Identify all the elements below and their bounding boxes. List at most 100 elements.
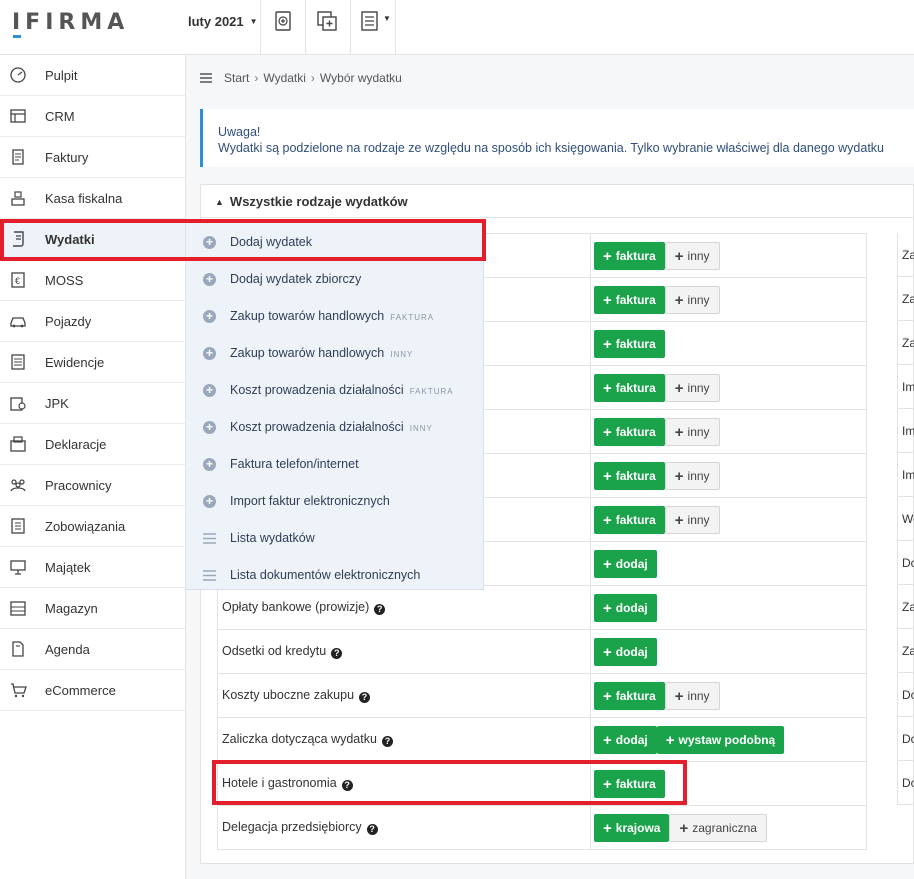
agenda-icon — [12, 641, 24, 657]
plus-icon: + — [603, 511, 612, 529]
sidebar-item-ewidencje[interactable]: Ewidencje — [0, 342, 185, 383]
dodaj-button[interactable]: + dodaj — [594, 550, 657, 578]
sidebar-item-zobowiązania[interactable]: Zobowiązania — [0, 506, 185, 547]
sidebar-item-label: eCommerce — [45, 682, 116, 698]
period-label: luty 2021 — [188, 14, 244, 29]
submenu-item[interactable]: + Faktura telefon/internet — [186, 444, 484, 481]
submenu-item-label: Koszt prowadzenia działalności — [230, 383, 404, 397]
truncated-cell: Za — [897, 233, 914, 277]
truncated-label: Do — [902, 556, 914, 570]
wystaw-podobną-button[interactable]: + wystaw podobną — [656, 726, 785, 754]
inny-button[interactable]: + inny — [664, 462, 720, 490]
submenu-item[interactable]: + Import faktur elektronicznych — [186, 481, 484, 518]
faktura-button[interactable]: + faktura — [594, 242, 665, 270]
inny-button[interactable]: + inny — [664, 418, 720, 446]
submenu-item-tag: INNY — [390, 350, 414, 359]
dodaj-button[interactable]: + dodaj — [594, 726, 657, 754]
sidebar-item-moss[interactable]: € MOSS — [0, 260, 185, 301]
faktura-button[interactable]: + faktura — [594, 770, 665, 798]
plus-icon: + — [603, 335, 612, 353]
row-actions-cell: + faktura — [591, 322, 867, 366]
faktura-button[interactable]: + faktura — [594, 462, 665, 490]
submenu-item[interactable]: Lista dokumentów elektronicznych — [186, 555, 484, 592]
submenu-item[interactable]: Lista wydatków — [186, 518, 484, 555]
crm-icon — [10, 109, 26, 123]
faktura-button[interactable]: + faktura — [594, 374, 665, 402]
divider — [260, 0, 261, 55]
sidebar-item-majątek[interactable]: Majątek — [0, 547, 185, 588]
submenu-item[interactable]: + Dodaj wydatek zbiorczy — [186, 259, 484, 296]
button-label: faktura — [615, 381, 656, 395]
faktura-button[interactable]: + faktura — [594, 286, 665, 314]
faktura-button[interactable]: + faktura — [594, 418, 665, 446]
plus-icon: + — [674, 467, 684, 485]
breadcrumb-item[interactable]: Start — [224, 71, 249, 85]
table-row: Koszty uboczne zakupu? + faktura + inny — [217, 674, 867, 718]
add-document-icon[interactable] — [272, 10, 294, 32]
inny-button[interactable]: + inny — [664, 286, 720, 314]
expense-type-name: Hotele i gastronomia? — [222, 776, 353, 791]
panel-header[interactable]: ▲ Wszystkie rodzaje wydatków — [201, 185, 913, 218]
truncated-label: Do — [902, 688, 914, 702]
sidebar-item-magazyn[interactable]: Magazyn — [0, 588, 185, 629]
truncated-label: Za — [902, 644, 914, 658]
truncated-label: Im — [902, 468, 914, 482]
submenu-item[interactable]: + Dodaj wydatek — [186, 222, 484, 259]
help-icon[interactable]: ? — [374, 604, 386, 615]
submenu-item-tag: INNY — [409, 424, 433, 433]
period-selector[interactable]: luty 2021 ▼ — [188, 14, 258, 29]
sidebar-item-pulpit[interactable]: Pulpit — [0, 55, 185, 96]
faktura-button[interactable]: + faktura — [594, 682, 665, 710]
help-icon[interactable]: ? — [331, 648, 343, 659]
dodaj-button[interactable]: + dodaj — [594, 594, 657, 622]
submenu-item[interactable]: + Koszt prowadzenia działalności FAKTURA — [186, 370, 484, 407]
inny-button[interactable]: + inny — [664, 242, 720, 270]
document-list-icon[interactable] — [359, 10, 381, 32]
plus-icon: + — [665, 731, 675, 749]
menu-icon[interactable] — [200, 73, 212, 83]
sidebar-item-pojazdy[interactable]: Pojazdy — [0, 301, 185, 342]
help-icon[interactable]: ? — [359, 692, 371, 703]
help-icon[interactable]: ? — [381, 736, 393, 747]
submenu-item[interactable]: + Zakup towarów handlowych INNY — [186, 333, 484, 370]
help-icon[interactable]: ? — [341, 780, 353, 791]
sidebar-item-ecommerce[interactable]: eCommerce — [0, 670, 185, 711]
dodaj-button[interactable]: + dodaj — [594, 638, 657, 666]
inny-button[interactable]: + inny — [664, 506, 720, 534]
add-copy-icon[interactable] — [316, 10, 338, 32]
plus-icon: + — [679, 819, 689, 837]
expense-type-name: Odsetki od kredytu? — [222, 644, 343, 659]
plus-icon: + — [603, 555, 612, 573]
sidebar-item-pracownicy[interactable]: Pracownicy — [0, 465, 185, 506]
inny-button[interactable]: + inny — [664, 682, 720, 710]
sidebar-item-label: Zobowiązania — [45, 518, 126, 534]
help-icon[interactable]: ? — [366, 824, 378, 835]
faktura-button[interactable]: + faktura — [594, 506, 665, 534]
declarations-icon — [10, 436, 26, 452]
submenu-item[interactable]: + Zakup towarów handlowych FAKTURA — [186, 296, 484, 333]
faktura-button[interactable]: + faktura — [594, 330, 665, 358]
plus-icon: + — [603, 291, 612, 309]
plus-circle-icon: + — [203, 273, 216, 286]
breadcrumb-item[interactable]: Wydatki — [263, 71, 306, 85]
sidebar-item-jpk[interactable]: JPK — [0, 383, 185, 424]
krajowa-button[interactable]: + krajowa — [594, 814, 670, 842]
svg-text:€: € — [15, 276, 20, 286]
row-actions-cell: + faktura + inny — [591, 410, 867, 454]
sidebar-item-faktury[interactable]: Faktury — [0, 137, 185, 178]
chevron-down-icon[interactable]: ▼ — [383, 14, 391, 23]
inny-button[interactable]: + inny — [664, 374, 720, 402]
button-label: inny — [687, 513, 710, 527]
sidebar-item-deklaracje[interactable]: Deklaracje — [0, 424, 185, 465]
plus-icon: + — [603, 731, 612, 749]
sidebar-item-crm[interactable]: CRM — [0, 96, 185, 137]
sidebar-item-kasa-fiskalna[interactable]: Kasa fiskalna — [0, 178, 185, 219]
sidebar-item-agenda[interactable]: Agenda — [0, 629, 185, 670]
zagraniczna-button[interactable]: + zagraniczna — [669, 814, 767, 842]
logo[interactable]: IFIRMA — [12, 10, 129, 38]
sidebar-item-wydatki[interactable]: Wydatki — [0, 219, 185, 260]
plus-icon: + — [674, 511, 684, 529]
submenu-item[interactable]: + Koszt prowadzenia działalności INNY — [186, 407, 484, 444]
submenu-item-label: Lista dokumentów elektronicznych — [230, 568, 421, 582]
expense-type-name: Opłaty bankowe (prowizje)? — [222, 600, 386, 615]
